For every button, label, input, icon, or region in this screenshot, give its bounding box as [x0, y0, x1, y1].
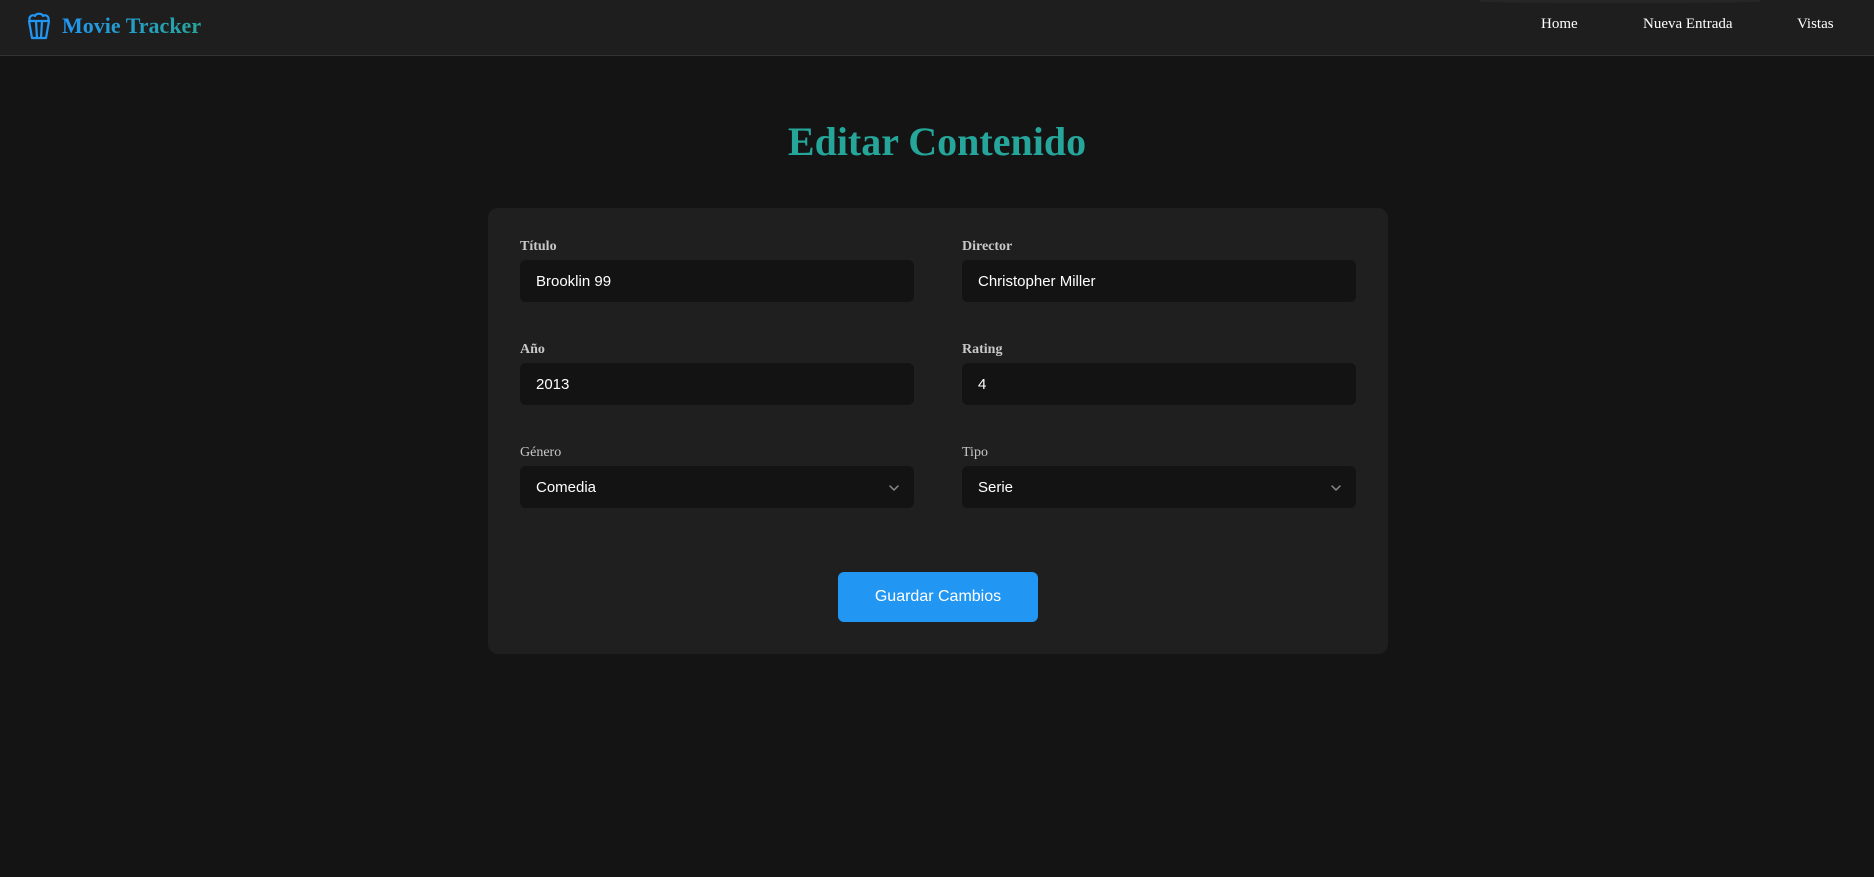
- director-label: Director: [962, 239, 1013, 254]
- nav-link-vistas[interactable]: Vistas: [1797, 16, 1834, 33]
- genero-label: Género: [520, 445, 562, 460]
- anio-label: Año: [520, 342, 545, 357]
- tipo-select[interactable]: Serie: [962, 466, 1356, 508]
- tipo-label: Tipo: [962, 445, 988, 460]
- popcorn-icon: [26, 12, 52, 40]
- rating-input[interactable]: [962, 363, 1356, 405]
- titulo-input[interactable]: [520, 260, 914, 302]
- tipo-selected-value: Serie: [978, 478, 1014, 496]
- brand-title: Movie Tracker: [62, 13, 202, 38]
- save-changes-button[interactable]: Guardar Cambios: [838, 572, 1038, 622]
- chevron-down-icon: [888, 481, 900, 493]
- edit-content-form: Título Director Año Rating Género Comedi…: [488, 208, 1388, 654]
- nav-link-nueva-entrada[interactable]: Nueva Entrada: [1643, 16, 1733, 33]
- titulo-label: Título: [520, 239, 557, 254]
- director-input[interactable]: [962, 260, 1356, 302]
- brand-logo-link[interactable]: Movie Tracker: [26, 11, 201, 41]
- genero-select[interactable]: Comedia: [520, 466, 914, 508]
- nav-link-home[interactable]: Home: [1541, 16, 1578, 33]
- anio-input[interactable]: [520, 363, 914, 405]
- nav-decoration: [1480, 0, 1760, 3]
- rating-label: Rating: [962, 342, 1003, 357]
- chevron-down-icon: [1330, 481, 1342, 493]
- top-navbar: Movie Tracker Home Nueva Entrada Vistas: [0, 0, 1874, 56]
- page-title: Editar Contenido: [0, 118, 1874, 165]
- genero-selected-value: Comedia: [536, 478, 597, 496]
